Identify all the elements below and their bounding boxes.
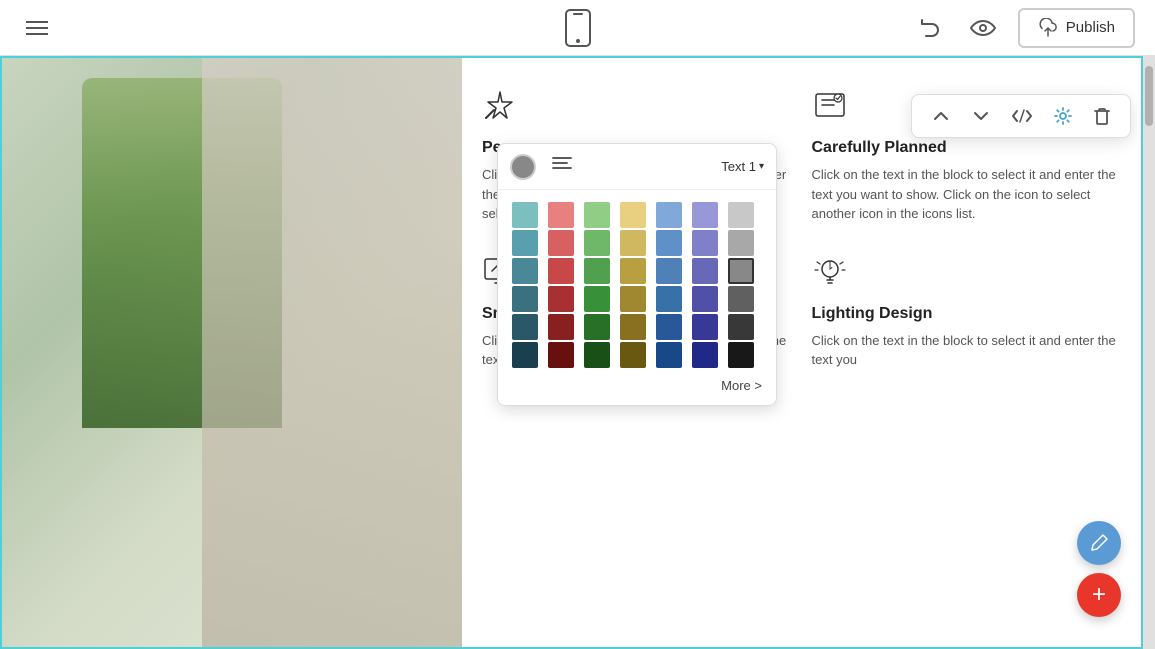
canvas: Pe... Click on the text in the block to … <box>0 56 1143 649</box>
settings-button[interactable] <box>1044 101 1082 131</box>
gear-icon <box>1054 107 1072 125</box>
color-cell[interactable] <box>584 230 610 256</box>
topbar: Publish <box>0 0 1155 56</box>
color-cell[interactable] <box>656 230 682 256</box>
main-area: Pe... Click on the text in the block to … <box>0 56 1155 649</box>
edit-fab-button[interactable] <box>1077 521 1121 565</box>
color-cell[interactable] <box>584 342 610 368</box>
text-align-button[interactable] <box>546 152 578 181</box>
color-cell[interactable] <box>728 202 754 228</box>
feature-title-4: Lighting Design <box>812 305 1122 323</box>
pencil-icon <box>1089 533 1109 553</box>
color-cell[interactable] <box>692 286 718 312</box>
arrow-up-icon <box>932 107 950 125</box>
color-cell[interactable] <box>548 258 574 284</box>
text-style-label: Text 1 <box>721 159 756 174</box>
phone-icon <box>564 9 592 47</box>
text-style-selector[interactable]: Text 1 ▾ <box>721 159 764 174</box>
scrollbar-thumb <box>1145 66 1153 126</box>
fab-container: + <box>1077 521 1121 617</box>
menu-button[interactable] <box>20 15 54 41</box>
move-up-button[interactable] <box>922 101 960 131</box>
eye-icon <box>970 19 996 37</box>
add-icon: + <box>1092 583 1106 607</box>
color-cell[interactable] <box>548 286 574 312</box>
color-cell[interactable] <box>692 202 718 228</box>
delete-button[interactable] <box>1084 101 1120 131</box>
text-style-header: Text 1 ▾ <box>498 144 776 190</box>
hero-image <box>2 58 462 647</box>
color-cell[interactable] <box>548 230 574 256</box>
color-cell[interactable] <box>692 258 718 284</box>
color-cell[interactable] <box>620 258 646 284</box>
color-cell[interactable] <box>512 286 538 312</box>
align-icon <box>552 156 572 172</box>
color-cell[interactable] <box>728 230 754 256</box>
color-cell[interactable] <box>584 286 610 312</box>
color-cell[interactable] <box>548 314 574 340</box>
color-cell[interactable] <box>656 258 682 284</box>
feature-desc-2: Click on the text in the block to select… <box>812 165 1122 224</box>
code-button[interactable] <box>1002 102 1042 130</box>
topbar-left <box>20 15 54 41</box>
arrow-down-icon <box>972 107 990 125</box>
add-fab-button[interactable]: + <box>1077 573 1121 617</box>
color-cell[interactable] <box>620 342 646 368</box>
color-cell[interactable] <box>620 230 646 256</box>
more-colors-link[interactable]: More > <box>512 372 762 401</box>
color-cell[interactable] <box>548 202 574 228</box>
color-cell[interactable] <box>512 230 538 256</box>
color-cell[interactable] <box>584 202 610 228</box>
preview-button[interactable] <box>964 13 1002 43</box>
color-cell[interactable] <box>512 314 538 340</box>
color-cell[interactable] <box>656 286 682 312</box>
color-cell[interactable] <box>620 314 646 340</box>
trash-icon <box>1094 107 1110 125</box>
floating-toolbar <box>911 94 1131 138</box>
publish-label: Publish <box>1066 19 1115 36</box>
palette-grid <box>512 202 762 368</box>
color-cell[interactable] <box>548 342 574 368</box>
feature-icon-4 <box>812 254 1122 297</box>
move-down-button[interactable] <box>962 101 1000 131</box>
hamburger-icon <box>26 21 48 35</box>
color-cell[interactable] <box>692 230 718 256</box>
color-cell[interactable] <box>512 202 538 228</box>
color-cell[interactable] <box>584 258 610 284</box>
cloud-upload-icon <box>1038 18 1058 38</box>
feature-desc-4: Click on the text in the block to select… <box>812 331 1122 370</box>
color-palette: More > <box>498 190 776 405</box>
color-cell[interactable] <box>692 314 718 340</box>
text-color-swatch[interactable] <box>510 154 536 180</box>
color-cell[interactable] <box>728 342 754 368</box>
feature-title-2: Carefully Planned <box>812 139 1122 157</box>
color-cell[interactable] <box>512 258 538 284</box>
color-cell[interactable] <box>512 342 538 368</box>
color-cell[interactable] <box>656 202 682 228</box>
color-cell[interactable] <box>656 342 682 368</box>
color-cell[interactable] <box>728 286 754 312</box>
color-cell[interactable] <box>620 286 646 312</box>
color-cell[interactable] <box>728 314 754 340</box>
text-style-bar: Text 1 ▾ More > <box>497 143 777 406</box>
color-cell[interactable] <box>620 202 646 228</box>
mobile-preview-button[interactable] <box>558 3 598 53</box>
dropdown-chevron: ▾ <box>759 161 764 172</box>
feature-icon-1 <box>482 88 792 131</box>
undo-icon <box>918 16 942 40</box>
color-cell[interactable] <box>728 258 754 284</box>
topbar-center <box>558 3 598 53</box>
undo-button[interactable] <box>912 10 948 46</box>
color-cell[interactable] <box>656 314 682 340</box>
feature-item-4: Lighting Design Click on the text in the… <box>812 254 1122 370</box>
color-cell[interactable] <box>584 314 610 340</box>
publish-button[interactable]: Publish <box>1018 8 1135 48</box>
code-icon <box>1012 108 1032 124</box>
canvas-inner: Pe... Click on the text in the block to … <box>2 58 1141 647</box>
right-scrollbar[interactable] <box>1143 56 1155 649</box>
color-cell[interactable] <box>692 342 718 368</box>
topbar-right: Publish <box>912 8 1135 48</box>
